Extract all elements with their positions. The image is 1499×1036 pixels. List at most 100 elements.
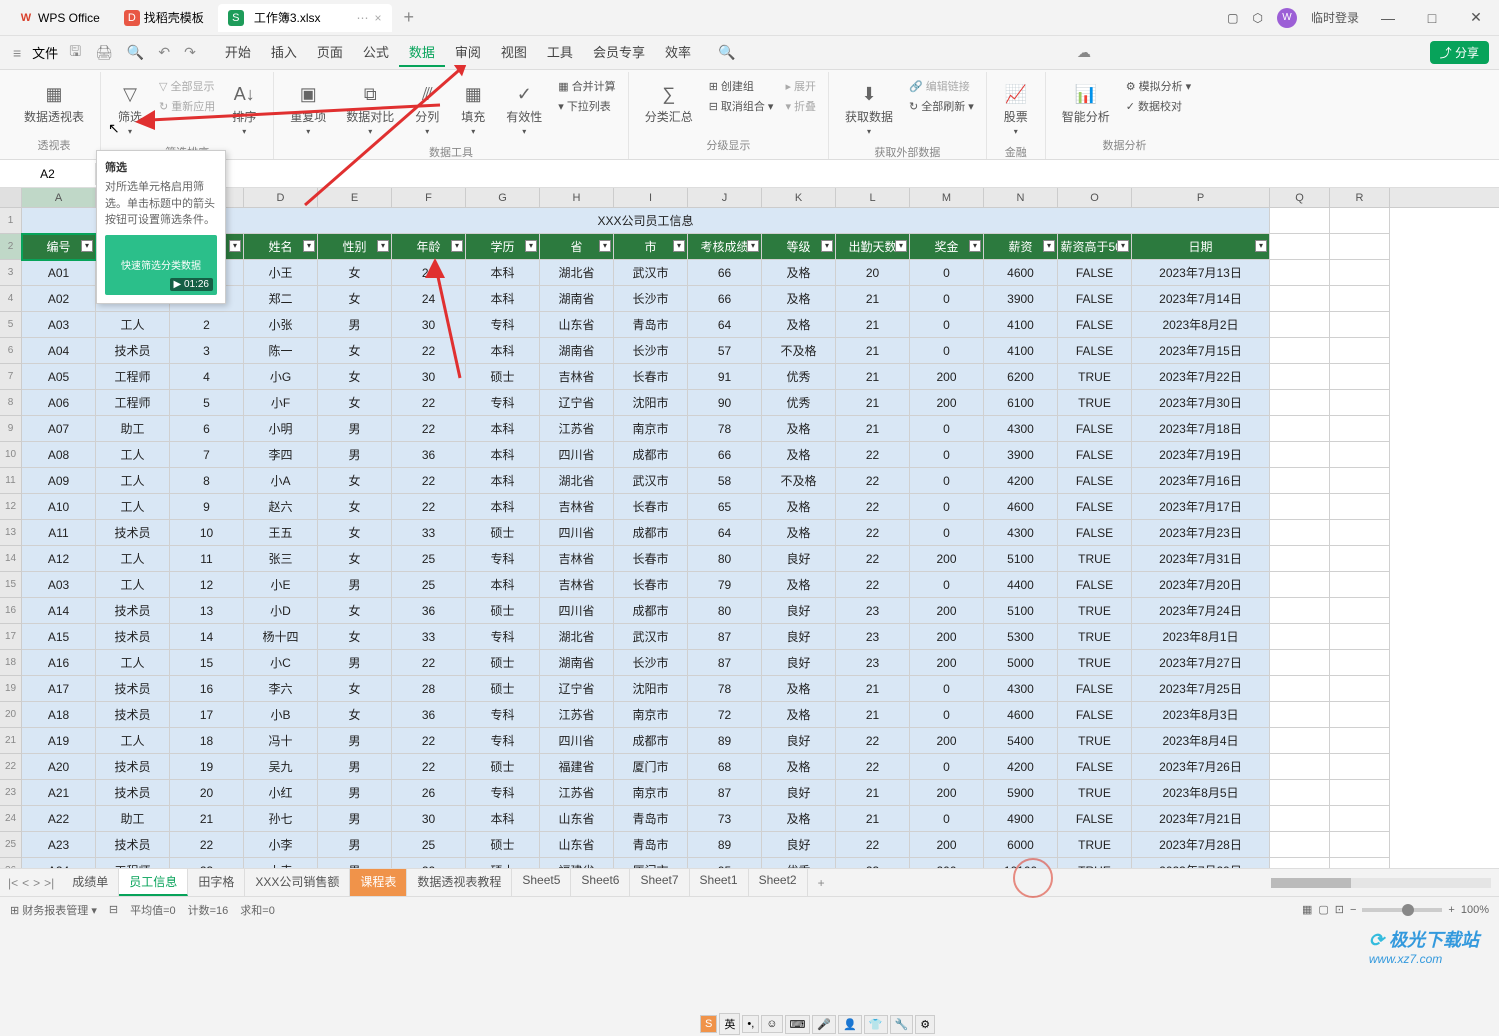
data-cell[interactable]: 及格: [762, 286, 836, 312]
data-cell[interactable]: 硕士: [466, 520, 540, 546]
data-cell[interactable]: 女: [318, 520, 392, 546]
data-cell[interactable]: A22: [22, 806, 96, 832]
share-button[interactable]: ⤴ 分享: [1430, 41, 1489, 64]
data-cell[interactable]: 江苏省: [540, 780, 614, 806]
fill-button[interactable]: ▦填充▾: [452, 76, 494, 142]
data-cell[interactable]: 硕士: [466, 832, 540, 858]
data-cell[interactable]: 64: [688, 312, 762, 338]
data-cell[interactable]: 江苏省: [540, 702, 614, 728]
filter-dropdown-icon[interactable]: ▾: [377, 240, 389, 252]
data-cell[interactable]: 2023年7月17日: [1132, 494, 1270, 520]
data-cell[interactable]: 女: [318, 676, 392, 702]
row-header[interactable]: 2: [0, 234, 22, 260]
data-cell[interactable]: 男: [318, 754, 392, 780]
data-cell[interactable]: 13: [170, 598, 244, 624]
data-cell[interactable]: 30: [392, 364, 466, 390]
data-cell[interactable]: 5000: [984, 650, 1058, 676]
sheet-nav-button[interactable]: <: [22, 876, 29, 890]
row-header[interactable]: 1: [0, 208, 22, 234]
data-cell[interactable]: 及格: [762, 572, 836, 598]
data-cell[interactable]: 22: [836, 494, 910, 520]
data-cell[interactable]: 工人: [96, 728, 170, 754]
data-cell[interactable]: FALSE: [1058, 806, 1132, 832]
row-header[interactable]: 23: [0, 780, 22, 806]
data-cell[interactable]: 2023年7月13日: [1132, 260, 1270, 286]
data-cell[interactable]: 22: [392, 416, 466, 442]
data-cell[interactable]: 4400: [984, 572, 1058, 598]
file-menu[interactable]: 文件: [32, 43, 58, 62]
data-cell[interactable]: 21: [836, 702, 910, 728]
data-cell[interactable]: 22: [836, 546, 910, 572]
data-cell[interactable]: 王五: [244, 520, 318, 546]
sort-button[interactable]: A↓排序▾: [223, 76, 265, 142]
menu-审阅[interactable]: 审阅: [445, 38, 491, 67]
row-header[interactable]: 26: [0, 858, 22, 868]
data-cell[interactable]: 16: [170, 676, 244, 702]
data-cell[interactable]: 6200: [984, 364, 1058, 390]
data-cell[interactable]: 良好: [762, 598, 836, 624]
filter-dropdown-icon[interactable]: ▾: [1255, 240, 1267, 252]
data-cell[interactable]: 女: [318, 702, 392, 728]
avatar[interactable]: W: [1277, 8, 1297, 28]
data-cell[interactable]: 18: [170, 728, 244, 754]
sheet-tab[interactable]: XXX公司销售额: [245, 869, 350, 896]
data-cell[interactable]: 200: [910, 390, 984, 416]
data-cell[interactable]: 2023年7月28日: [1132, 832, 1270, 858]
data-cell[interactable]: 技术员: [96, 780, 170, 806]
data-cell[interactable]: 7: [170, 442, 244, 468]
data-cell[interactable]: 及格: [762, 754, 836, 780]
data-cell[interactable]: 湖南省: [540, 286, 614, 312]
data-cell[interactable]: 23: [836, 650, 910, 676]
select-all-corner[interactable]: [0, 188, 22, 207]
data-cell[interactable]: 22: [170, 832, 244, 858]
data-cell[interactable]: 5: [170, 390, 244, 416]
data-cell[interactable]: 小F: [244, 390, 318, 416]
data-cell[interactable]: 张三: [244, 546, 318, 572]
data-cell[interactable]: 四川省: [540, 520, 614, 546]
data-cell[interactable]: 200: [910, 728, 984, 754]
name-box[interactable]: A2: [0, 163, 96, 185]
data-cell[interactable]: 20: [836, 260, 910, 286]
data-cell[interactable]: 4100: [984, 338, 1058, 364]
data-cell[interactable]: 2023年8月4日: [1132, 728, 1270, 754]
data-cell[interactable]: 21: [836, 338, 910, 364]
col-header-P[interactable]: P: [1132, 188, 1270, 207]
simulation-button[interactable]: ⚙ 模拟分析 ▾: [1122, 76, 1195, 96]
data-cell[interactable]: 22: [836, 520, 910, 546]
ime-lang[interactable]: 英: [719, 1013, 740, 1035]
data-cell[interactable]: 硕士: [466, 676, 540, 702]
data-cell[interactable]: 小红: [244, 780, 318, 806]
data-cell[interactable]: 福建省: [540, 858, 614, 868]
data-cell[interactable]: FALSE: [1058, 312, 1132, 338]
data-cell[interactable]: 及格: [762, 260, 836, 286]
data-cell[interactable]: 本科: [466, 806, 540, 832]
cube-icon[interactable]: ⬡: [1253, 11, 1263, 25]
row-header[interactable]: 8: [0, 390, 22, 416]
view-normal-icon[interactable]: ▦: [1302, 903, 1312, 916]
split-button[interactable]: ⫻分列▾: [406, 76, 448, 142]
data-cell[interactable]: 工人: [96, 650, 170, 676]
data-cell[interactable]: 专科: [466, 780, 540, 806]
data-cell[interactable]: 沈阳市: [614, 390, 688, 416]
data-cell[interactable]: 及格: [762, 312, 836, 338]
data-cell[interactable]: 沈阳市: [614, 676, 688, 702]
data-cell[interactable]: 工人: [96, 494, 170, 520]
data-cell[interactable]: FALSE: [1058, 416, 1132, 442]
data-cell[interactable]: 良好: [762, 780, 836, 806]
zoom-out-button[interactable]: −: [1350, 904, 1356, 916]
data-cell[interactable]: 17: [170, 702, 244, 728]
menu-开始[interactable]: 开始: [215, 38, 261, 67]
pivot-table-button[interactable]: ▦数据透视表: [16, 76, 92, 131]
row-header[interactable]: 19: [0, 676, 22, 702]
data-cell[interactable]: 15: [170, 650, 244, 676]
data-cell[interactable]: 90: [688, 390, 762, 416]
data-cell[interactable]: A04: [22, 338, 96, 364]
data-cell[interactable]: 小D: [244, 598, 318, 624]
data-cell[interactable]: 5300: [984, 624, 1058, 650]
filter-dropdown-icon[interactable]: ▾: [451, 240, 463, 252]
data-cell[interactable]: 良好: [762, 728, 836, 754]
data-cell[interactable]: 技术员: [96, 598, 170, 624]
col-header-R[interactable]: R: [1330, 188, 1390, 207]
data-cell[interactable]: 男: [318, 572, 392, 598]
data-cell[interactable]: 2023年7月29日: [1132, 858, 1270, 868]
